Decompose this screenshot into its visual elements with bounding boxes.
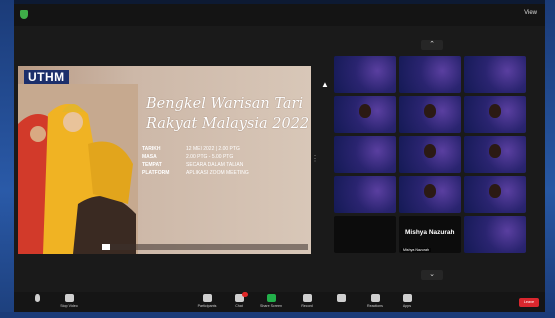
info-row: TARIKH 12 MEI 2022 | 2.00 PTG — [142, 146, 276, 154]
microphone-icon — [34, 294, 40, 302]
reactions-label: Reactions — [367, 304, 383, 308]
participant-tile-mishya[interactable]: Mishya Nazurah Mishya Nazurah — [399, 216, 461, 253]
info-row: MASA 2.00 PTG - 5.00 PTG — [142, 154, 276, 162]
info-key: MASA — [142, 154, 157, 160]
event-info: TARIKH 12 MEI 2022 | 2.00 PTG MASA 2.00 … — [142, 146, 276, 178]
participants-label: Participants — [197, 304, 217, 308]
info-key: TARIKH — [142, 146, 161, 152]
info-value: APLIKASI ZOOM MEETING — [186, 170, 249, 176]
apps-label: Apps — [402, 304, 412, 308]
participant-tile[interactable] — [399, 176, 461, 213]
participant-tile[interactable] — [399, 96, 461, 133]
share-screen-button[interactable]: Share Screen — [254, 294, 288, 308]
participants-icon — [202, 294, 212, 302]
info-row: TEMPAT SECARA DALAM TALIAN — [142, 162, 276, 170]
participant-tile[interactable] — [399, 56, 461, 93]
chat-label: Chat — [235, 304, 243, 308]
share-screen-label: Share Screen — [260, 304, 282, 308]
leave-button[interactable]: Leave — [519, 298, 539, 307]
zoom-window: View UTHM Bengkel Warisan Tari Rakyat Ma… — [14, 4, 545, 312]
unmute-button[interactable] — [20, 294, 54, 304]
reactions-icon — [370, 294, 380, 302]
participant-tile[interactable] — [464, 176, 526, 213]
info-value: SECARA DALAM TALIAN — [186, 162, 244, 168]
participant-tile[interactable] — [334, 216, 396, 253]
stop-video-button[interactable]: Stop Video — [52, 294, 86, 308]
gallery-page-up-button[interactable]: ⌃ — [421, 40, 443, 50]
reactions-button[interactable]: Reactions — [358, 294, 392, 308]
participant-tile[interactable] — [334, 56, 396, 93]
participant-tile[interactable] — [464, 136, 526, 173]
security-shield-icon[interactable] — [20, 10, 28, 19]
monitor-bezel-left — [0, 0, 14, 318]
info-value: 12 MEI 2022 | 2.00 PTG — [186, 146, 240, 152]
dancers-photo — [18, 84, 138, 254]
view-button[interactable]: View — [524, 10, 537, 16]
participant-tile[interactable] — [334, 96, 396, 133]
video-progress-fill — [102, 244, 111, 250]
participants-button[interactable]: Participants — [190, 294, 224, 308]
record-label: Record — [301, 304, 313, 308]
participant-tile[interactable] — [464, 216, 526, 253]
participant-tile[interactable] — [464, 56, 526, 93]
record-icon — [302, 294, 312, 302]
shared-screen-slide: UTHM Bengkel Warisan Tari Rakyat Malaysi… — [18, 66, 311, 254]
participant-display-name: Mishya Nazurah — [405, 229, 455, 236]
info-key: PLATFORM — [142, 170, 170, 176]
chat-unread-badge — [242, 292, 248, 297]
record-button[interactable]: Record — [290, 294, 324, 308]
share-screen-icon — [266, 294, 276, 302]
top-bar: View — [14, 4, 545, 26]
participant-tile[interactable] — [334, 136, 396, 173]
closed-caption-button[interactable] — [324, 294, 358, 304]
gallery-page-down-button[interactable]: ⌄ — [421, 270, 443, 280]
panel-divider-handle[interactable]: ⋮ — [311, 154, 319, 163]
info-row: PLATFORM APLIKASI ZOOM MEETING — [142, 170, 276, 178]
participant-gallery: Mishya Nazurah Mishya Nazurah — [334, 56, 530, 268]
video-scrub-bar[interactable] — [102, 244, 308, 250]
meeting-toolbar: Stop Video Participants Chat Share Scree… — [14, 292, 545, 312]
mouse-cursor-icon: ▲ — [321, 80, 329, 89]
video-camera-icon — [64, 294, 74, 302]
participant-tile[interactable] — [399, 136, 461, 173]
apps-button[interactable]: Apps — [390, 294, 424, 308]
participant-name-label: Mishya Nazurah — [401, 248, 431, 252]
info-value: 2.00 PTG - 5.00 PTG — [186, 154, 234, 160]
monitor-bezel-right — [545, 0, 555, 318]
uthm-logo: UTHM — [24, 70, 69, 84]
apps-icon — [402, 294, 412, 302]
participant-tile[interactable] — [334, 176, 396, 213]
info-key: TEMPAT — [142, 162, 162, 168]
closed-caption-icon — [336, 294, 346, 302]
slide-title-line-2: Rakyat Malaysia 2022 — [146, 116, 310, 132]
chat-button[interactable]: Chat — [222, 292, 256, 308]
participant-tile[interactable] — [464, 96, 526, 133]
slide-title-line-1: Bengkel Warisan Tari — [146, 96, 304, 112]
stop-video-label: Stop Video — [60, 304, 78, 308]
monitor-bezel-bottom — [0, 312, 555, 318]
